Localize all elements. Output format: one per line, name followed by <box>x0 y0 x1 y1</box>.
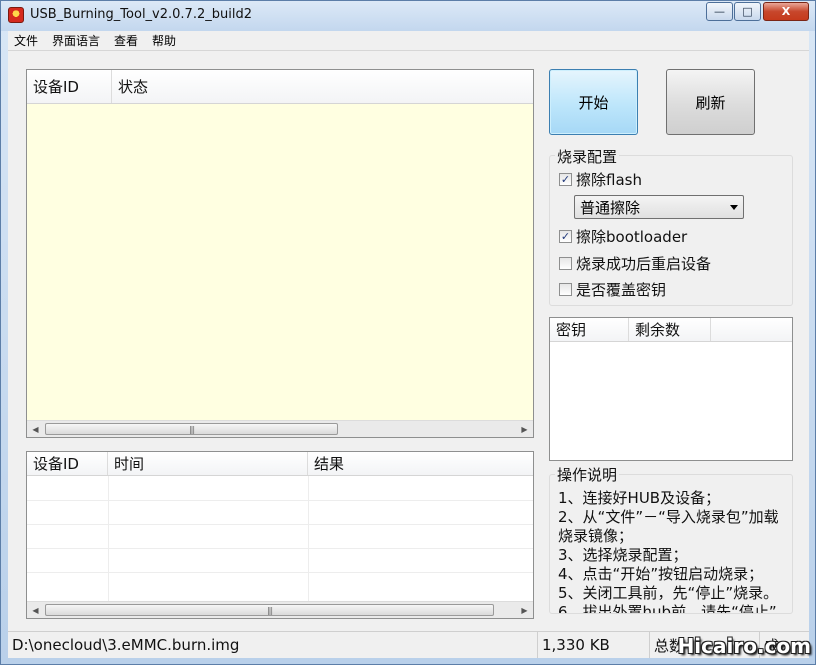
chevron-down-icon <box>730 205 738 210</box>
device-list-header: 设备ID 状态 <box>27 70 533 104</box>
minimize-icon: — <box>714 5 725 18</box>
instructions-text: 1、连接好HUB及设备； 2、从“文件”－“导入烧录包”加载 烧录镜像； 3、选… <box>558 489 792 614</box>
refresh-button[interactable]: 刷新 <box>666 69 755 135</box>
column-key[interactable]: 密钥 <box>550 318 629 341</box>
scroll-right-icon[interactable]: ▶ <box>516 602 533 618</box>
checkbox-empty-icon <box>559 283 572 296</box>
burn-config-title: 烧录配置 <box>555 146 620 167</box>
erase-bootloader-label: 擦除bootloader <box>576 228 688 246</box>
instruction-line: 5、关闭工具前，先“停止”烧录。 <box>558 584 779 602</box>
overwrite-key-checkbox[interactable]: 是否覆盖密钥 <box>559 279 666 300</box>
key-list[interactable]: 密钥 剩余数 <box>549 317 793 461</box>
device-list-scrollbar[interactable]: ◀ ||| ▶ <box>27 420 533 437</box>
column-remaining[interactable]: 剩余数 <box>629 318 711 341</box>
column-log-device-id[interactable]: 设备ID <box>27 452 108 475</box>
status-file-size: 1,330 KB <box>538 632 650 658</box>
menu-bar: 文件 界面语言 查看 帮助 <box>8 31 809 51</box>
app-icon[interactable] <box>8 7 24 23</box>
maximize-button[interactable]: □ <box>734 2 761 21</box>
erase-flash-label: 擦除flash <box>576 171 642 189</box>
overwrite-key-label: 是否覆盖密钥 <box>576 281 667 299</box>
close-button[interactable]: X <box>763 2 809 21</box>
instructions-title: 操作说明 <box>555 464 620 485</box>
menu-file[interactable]: 文件 <box>14 32 38 49</box>
instruction-line: 1、连接好HUB及设备； <box>558 489 721 507</box>
reboot-after-label: 烧录成功后重启设备 <box>576 255 712 273</box>
minimize-button[interactable]: — <box>706 2 733 21</box>
watermark-text: Hicairo.com <box>677 634 811 658</box>
device-list[interactable]: 设备ID 状态 ◀ ||| ▶ <box>26 69 534 438</box>
scroll-right-icon[interactable]: ▶ <box>516 421 533 437</box>
erase-flash-checkbox[interactable]: ✓ 擦除flash <box>559 169 642 190</box>
column-device-id[interactable]: 设备ID <box>27 70 112 103</box>
scrollbar-thumb[interactable]: ||| <box>45 604 494 616</box>
app-window: USB_Burning_Tool_v2.0.7.2_build2 — □ X 文… <box>0 0 816 665</box>
log-list-header: 设备ID 时间 结果 <box>27 452 533 476</box>
instruction-line: 烧录镜像； <box>558 527 634 545</box>
log-list-scrollbar[interactable]: ◀ ||| ▶ <box>27 601 533 618</box>
instruction-line: 4、点击“开始”按钮启动烧录； <box>558 565 764 583</box>
erase-bootloader-checkbox[interactable]: ✓ 擦除bootloader <box>559 226 687 247</box>
close-icon: X <box>781 5 791 18</box>
instructions-group: 1、连接好HUB及设备； 2、从“文件”－“导入烧录包”加载 烧录镜像； 3、选… <box>549 474 793 614</box>
menu-view[interactable]: 查看 <box>114 32 138 49</box>
erase-mode-select[interactable]: 普通擦除 <box>574 195 744 219</box>
checkbox-empty-icon <box>559 257 572 270</box>
scrollbar-thumb[interactable]: ||| <box>45 423 338 435</box>
menu-language[interactable]: 界面语言 <box>52 32 100 49</box>
log-list[interactable]: 设备ID 时间 结果 ◀ ||| ▶ <box>26 451 534 619</box>
window-title: USB_Burning_Tool_v2.0.7.2_build2 <box>30 7 252 22</box>
start-button[interactable]: 开始 <box>549 69 638 135</box>
instruction-line: 3、选择烧录配置； <box>558 546 688 564</box>
menu-help[interactable]: 帮助 <box>152 32 176 49</box>
column-status[interactable]: 状态 <box>112 70 533 103</box>
instruction-line: 2、从“文件”－“导入烧录包”加载 <box>558 508 779 526</box>
reboot-after-checkbox[interactable]: 烧录成功后重启设备 <box>559 253 711 274</box>
check-icon: ✓ <box>559 173 572 186</box>
instruction-line: 6、拔出外置hub前，请先“停止” <box>558 603 777 614</box>
column-time[interactable]: 时间 <box>108 452 308 475</box>
client-area: 设备ID 状态 ◀ ||| ▶ 设备ID 时间 结果 ◀ ||| ▶ 开始 刷新… <box>8 51 809 631</box>
key-list-header: 密钥 剩余数 <box>550 318 792 342</box>
column-result[interactable]: 结果 <box>308 452 533 475</box>
scroll-left-icon[interactable]: ◀ <box>27 421 44 437</box>
check-icon: ✓ <box>559 230 572 243</box>
column-empty <box>711 318 792 341</box>
scroll-left-icon[interactable]: ◀ <box>27 602 44 618</box>
maximize-icon: □ <box>742 5 753 18</box>
title-bar[interactable]: USB_Burning_Tool_v2.0.7.2_build2 — □ X <box>1 1 815 31</box>
erase-mode-value: 普通擦除 <box>580 198 641 217</box>
status-file-path: D:\onecloud\3.eMMC.burn.img <box>8 632 538 658</box>
